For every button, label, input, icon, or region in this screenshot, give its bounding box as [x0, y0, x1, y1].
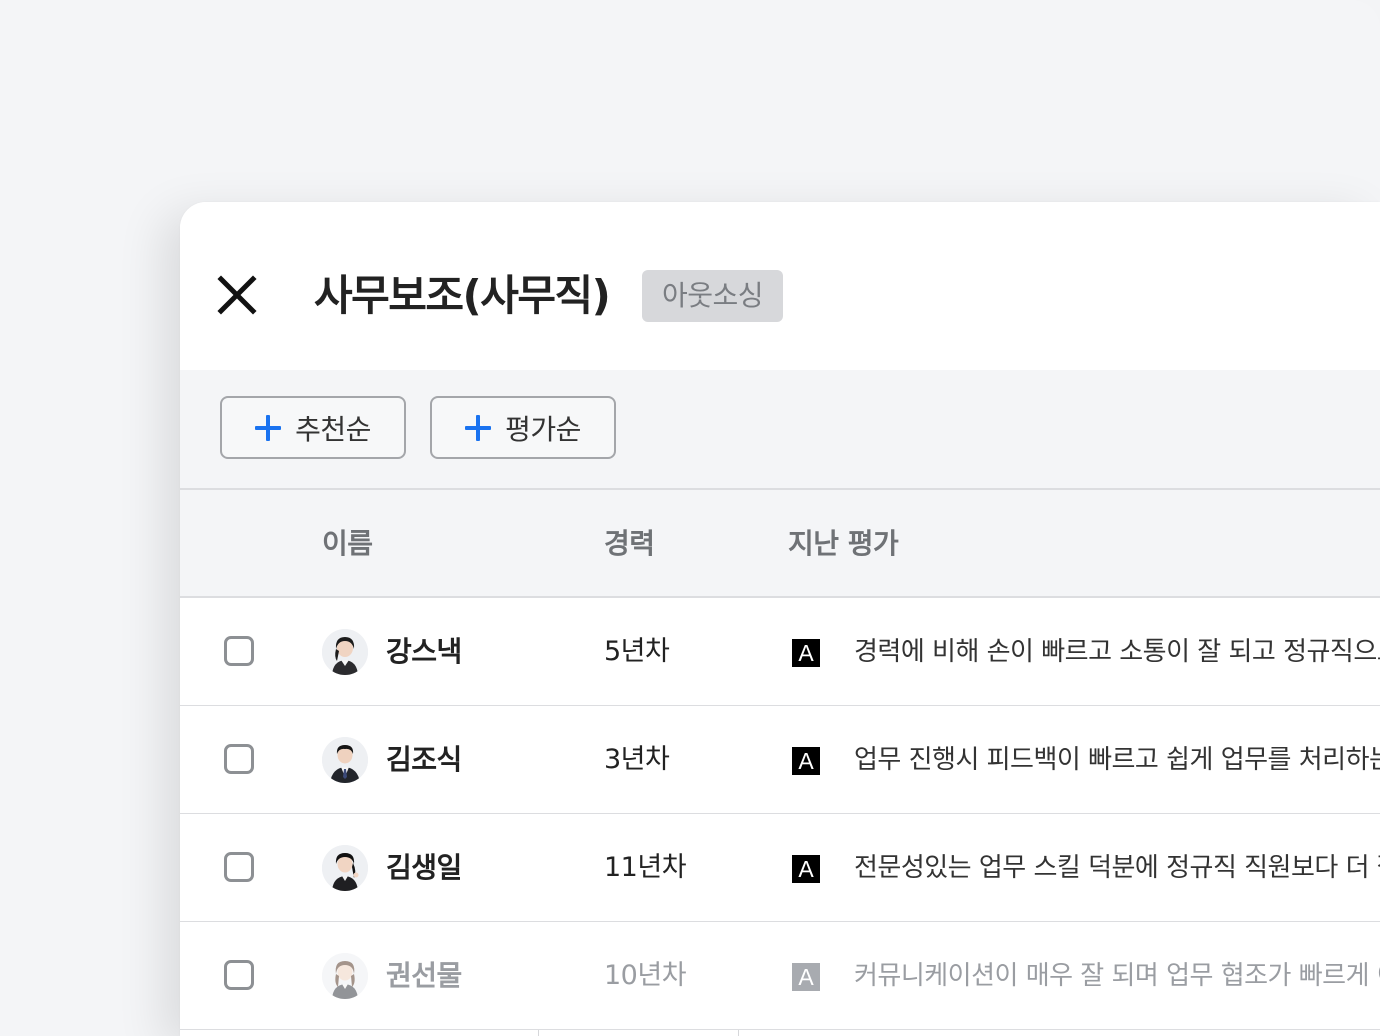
candidate-name[interactable]: 김조식	[386, 706, 462, 814]
plus-icon	[255, 414, 282, 441]
close-icon	[217, 275, 257, 315]
avatar	[322, 737, 368, 783]
row-checkbox[interactable]	[224, 636, 254, 666]
candidate-panel: 사무보조(사무직) 아웃소싱 추천순 평가순 이름 경력 지난 평가 강스낵 5…	[180, 202, 1380, 1036]
column-header-experience[interactable]: 경력	[604, 490, 655, 598]
column-header-name[interactable]: 이름	[322, 490, 373, 598]
row-checkbox[interactable]	[224, 852, 254, 882]
grade-badge: A	[792, 639, 820, 667]
avatar	[322, 845, 368, 891]
candidate-name[interactable]: 권선물	[386, 922, 462, 1030]
grade-badge: A	[792, 747, 820, 775]
column-header-review[interactable]: 지난 평가	[788, 490, 899, 598]
candidate-experience: 5년차	[604, 636, 670, 667]
table-header: 이름 경력 지난 평가	[180, 488, 1380, 598]
sort-rating-button[interactable]: 평가순	[430, 396, 616, 459]
candidate-name[interactable]: 김생일	[386, 814, 462, 922]
candidate-review: 경력에 비해 손이 빠르고 소통이 잘 되고 정규직으로	[854, 637, 1380, 667]
row-checkbox[interactable]	[224, 960, 254, 990]
sort-recommend-button[interactable]: 추천순	[220, 396, 406, 459]
sort-recommend-label: 추천순	[295, 412, 371, 446]
grade-badge: A	[792, 963, 820, 991]
candidate-experience: 3년차	[604, 744, 670, 775]
table-row[interactable]: 강스낵 5년차 A 경력에 비해 손이 빠르고 소통이 잘 되고 정규직으로	[180, 598, 1380, 706]
panel-header: 사무보조(사무직) 아웃소싱	[180, 202, 1380, 370]
grade-badge: A	[792, 855, 820, 883]
candidate-review: 업무 진행시 피드백이 빠르고 쉽게 업무를 처리하는	[854, 745, 1380, 775]
table-row[interactable]: 김생일 11년차 A 전문성있는 업무 스킬 덕분에 정규직 직원보다 더 잘	[180, 814, 1380, 922]
row-checkbox[interactable]	[224, 744, 254, 774]
sort-rating-label: 평가순	[505, 412, 581, 446]
table-row[interactable]: 김조식 3년차 A 업무 진행시 피드백이 빠르고 쉽게 업무를 처리하는	[180, 706, 1380, 814]
candidate-experience: 10년차	[604, 960, 687, 991]
candidate-review: 전문성있는 업무 스킬 덕분에 정규직 직원보다 더 잘	[854, 853, 1380, 883]
candidate-experience: 11년차	[604, 852, 687, 883]
page-title: 사무보조(사무직)	[314, 271, 611, 320]
avatar	[322, 953, 368, 999]
plus-icon	[465, 414, 492, 441]
background-frame: 사무보조(사무직) 아웃소싱 추천순 평가순 이름 경력 지난 평가 강스낵 5…	[0, 0, 1380, 1036]
sort-toolbar: 추천순 평가순	[180, 370, 1380, 488]
avatar	[322, 629, 368, 675]
candidate-name[interactable]: 강스낵	[386, 598, 462, 706]
type-badge: 아웃소싱	[642, 270, 784, 322]
close-button[interactable]	[216, 274, 258, 316]
table-row[interactable]: 권선물 10년차 A 커뮤니케이션이 매우 잘 되며 업무 협조가 빠르게 이	[180, 922, 1380, 1030]
candidate-table: 이름 경력 지난 평가 강스낵 5년차 A 경력에 비해 손이 빠르고 소통이 …	[180, 488, 1380, 1036]
candidate-review: 커뮤니케이션이 매우 잘 되며 업무 협조가 빠르게 이	[854, 961, 1380, 991]
